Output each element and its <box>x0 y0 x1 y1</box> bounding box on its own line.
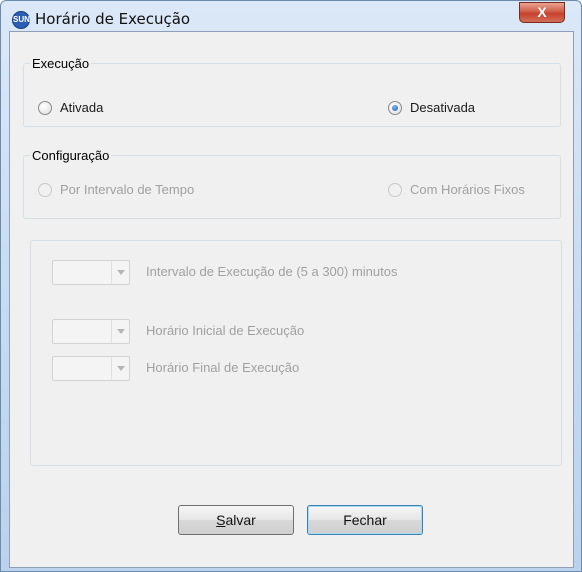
radio-por-intervalo[interactable]: Por Intervalo de Tempo <box>38 182 194 197</box>
save-button-label: Salvar <box>216 512 256 528</box>
chevron-down-icon[interactable] <box>111 357 129 380</box>
chevron-down-icon[interactable] <box>111 261 129 284</box>
configuracao-group-label: Configuração <box>30 148 112 163</box>
title-bar[interactable]: SUN Horário de Execução X <box>1 1 581 33</box>
execucao-group: Execução Ativada Desativada <box>23 56 561 127</box>
radio-desativada-indicator[interactable] <box>388 100 402 115</box>
radio-horarios-fixos[interactable]: Com Horários Fixos <box>388 182 525 197</box>
horario-inicial-combobox[interactable] <box>52 319 130 344</box>
app-logo-icon: SUN <box>12 11 30 29</box>
radio-ativada[interactable]: Ativada <box>38 100 103 115</box>
radio-horarios-fixos-label: Com Horários Fixos <box>410 182 525 197</box>
save-button[interactable]: Salvar <box>178 505 294 535</box>
close-button[interactable]: Fechar <box>307 505 423 535</box>
dialog-client-area: Execução Ativada Desativada Configuração… <box>9 31 574 568</box>
chevron-down-icon[interactable] <box>111 320 129 343</box>
radio-ativada-indicator[interactable] <box>38 100 52 115</box>
horario-final-label: Horário Final de Execução <box>146 360 300 375</box>
schedule-fields-panel: Intervalo de Execução de (5 a 300) minut… <box>30 240 562 466</box>
intervalo-combobox[interactable] <box>52 260 130 285</box>
radio-por-intervalo-indicator[interactable] <box>38 182 52 197</box>
execucao-group-label: Execução <box>30 56 92 71</box>
window-title: Horário de Execução <box>35 10 191 28</box>
configuracao-group: Configuração Por Intervalo de Tempo Com … <box>23 148 561 219</box>
horario-final-combobox[interactable] <box>52 356 130 381</box>
dialog-window: SUN Horário de Execução X Execução Ativa… <box>0 0 582 572</box>
radio-desativada-label: Desativada <box>410 100 476 115</box>
radio-desativada[interactable]: Desativada <box>388 100 475 115</box>
radio-horarios-fixos-indicator[interactable] <box>388 182 402 197</box>
intervalo-label: Intervalo de Execução de (5 a 300) minut… <box>146 264 398 279</box>
close-window-button[interactable]: X <box>519 2 565 23</box>
radio-por-intervalo-label: Por Intervalo de Tempo <box>60 182 195 197</box>
horario-inicial-label: Horário Inicial de Execução <box>146 323 305 338</box>
radio-ativada-label: Ativada <box>60 100 104 115</box>
